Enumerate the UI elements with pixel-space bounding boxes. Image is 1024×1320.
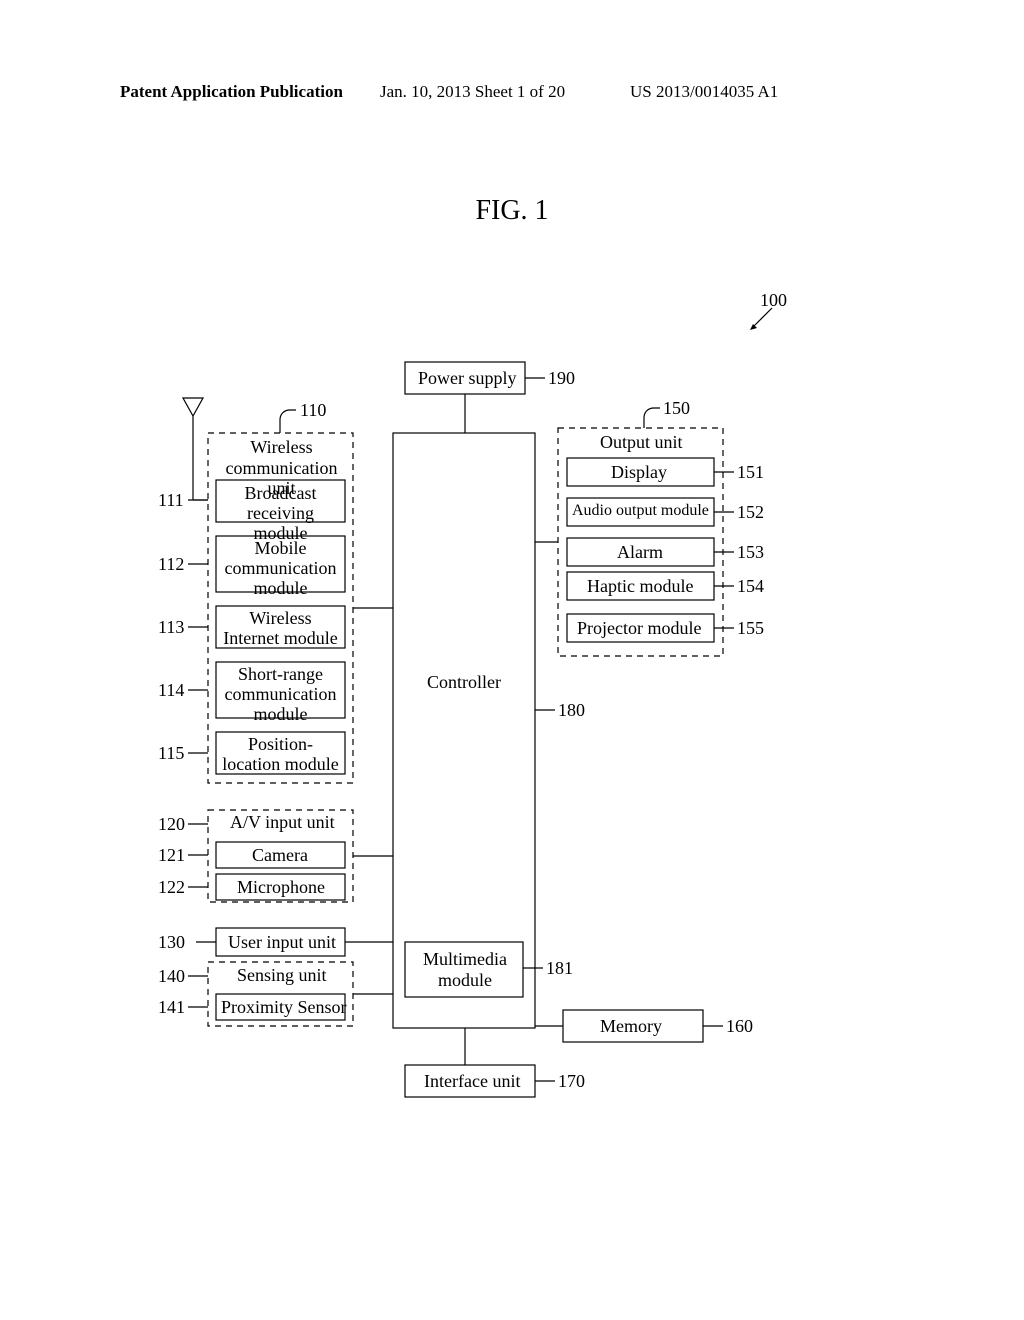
- projector-label: Projector module: [577, 618, 701, 639]
- shortrange-label: Short-range communication module: [220, 665, 341, 724]
- camera-ref: 121: [158, 845, 185, 866]
- memory-label: Memory: [600, 1016, 662, 1037]
- multimedia-label: Multimedia module: [419, 949, 511, 990]
- user-input-label: User input unit: [228, 932, 336, 953]
- winternet-ref: 113: [158, 617, 184, 638]
- memory-ref: 160: [726, 1016, 753, 1037]
- microphone-ref: 122: [158, 877, 185, 898]
- microphone-label: Microphone: [237, 877, 325, 898]
- multimedia-ref: 181: [546, 958, 573, 979]
- projector-ref: 155: [737, 618, 764, 639]
- av-ref: 120: [158, 814, 185, 835]
- controller-label: Controller: [427, 672, 501, 693]
- sensing-title: Sensing unit: [237, 965, 327, 986]
- output-unit-title: Output unit: [600, 432, 683, 453]
- broadcast-label: Broadcast receiving module: [220, 484, 341, 543]
- figure-diagram: [0, 0, 1024, 1320]
- audio-ref: 152: [737, 502, 764, 523]
- power-supply-label: Power supply: [418, 368, 517, 389]
- display-ref: 151: [737, 462, 764, 483]
- camera-label: Camera: [252, 845, 308, 866]
- wireless-unit-ref: 110: [300, 400, 326, 421]
- power-supply-ref: 190: [548, 368, 575, 389]
- proximity-ref: 141: [158, 997, 185, 1018]
- antenna-icon: [183, 398, 203, 500]
- leader-110: [280, 410, 296, 433]
- interface-ref: 170: [558, 1071, 585, 1092]
- alarm-label: Alarm: [617, 542, 663, 563]
- av-title: A/V input unit: [230, 812, 335, 833]
- posloc-label: Position-location module: [220, 735, 341, 775]
- controller-box: [393, 433, 535, 1028]
- haptic-label: Haptic module: [587, 576, 693, 597]
- winternet-label: Wireless Internet module: [220, 609, 341, 649]
- leader-150: [644, 408, 660, 428]
- shortrange-ref: 114: [158, 680, 184, 701]
- controller-ref: 180: [558, 700, 585, 721]
- output-unit-ref: 150: [663, 398, 690, 419]
- mobile-label: Mobile communication module: [220, 539, 341, 598]
- device-ref-arrow: [750, 308, 772, 330]
- display-label: Display: [611, 462, 667, 483]
- posloc-ref: 115: [158, 743, 184, 764]
- haptic-ref: 154: [737, 576, 764, 597]
- proximity-label: Proximity Sensor: [221, 997, 347, 1018]
- interface-label: Interface unit: [424, 1071, 520, 1092]
- alarm-ref: 153: [737, 542, 764, 563]
- broadcast-ref: 111: [158, 490, 184, 511]
- device-ref: 100: [760, 290, 787, 311]
- page: Patent Application Publication Jan. 10, …: [0, 0, 1024, 1320]
- mobile-ref: 112: [158, 554, 184, 575]
- sensing-ref: 140: [158, 966, 185, 987]
- audio-label: Audio output module: [572, 502, 709, 520]
- user-input-ref: 130: [158, 932, 185, 953]
